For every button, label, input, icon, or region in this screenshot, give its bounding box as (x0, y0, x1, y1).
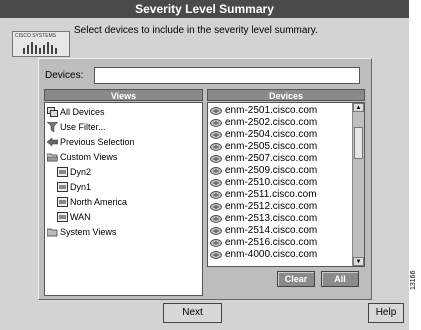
instruction-text: Select devices to include in the severit… (74, 25, 318, 36)
device-item[interactable]: enm-2502.cisco.com (210, 117, 317, 128)
router-icon (210, 166, 222, 175)
view-label: System Views (60, 227, 117, 237)
view-item-dyn2[interactable]: Dyn2 (57, 167, 91, 177)
device-label: enm-2505.cisco.com (225, 141, 318, 152)
device-item[interactable]: enm-2513.cisco.com (210, 213, 317, 224)
device-label: enm-2514.cisco.com (225, 225, 318, 236)
view-label: North America (70, 197, 128, 207)
view-label: WAN (70, 212, 91, 222)
device-label: enm-2513.cisco.com (225, 213, 318, 224)
clear-button[interactable]: Clear (277, 271, 315, 287)
device-item[interactable]: enm-2514.cisco.com (210, 225, 317, 236)
router-icon (210, 154, 222, 163)
router-icon (210, 178, 222, 187)
device-label: enm-2512.cisco.com (225, 201, 318, 212)
router-icon (210, 202, 222, 211)
device-item[interactable]: enm-2511.cisco.com (210, 189, 317, 200)
device-item[interactable]: enm-2509.cisco.com (210, 165, 317, 176)
devices-input[interactable] (94, 67, 360, 84)
device-label: enm-4000.cisco.com (225, 249, 318, 260)
device-item[interactable]: enm-2510.cisco.com (210, 177, 317, 188)
view-icon (57, 197, 68, 207)
views-tree[interactable]: All Devices Use Filter... Previous Selec… (44, 102, 203, 296)
devices-scrollbar[interactable]: ▲ ▼ (352, 103, 364, 266)
router-icon (210, 130, 222, 139)
device-item[interactable]: enm-2505.cisco.com (210, 141, 317, 152)
cisco-logo: CISCO SYSTEMS (12, 31, 70, 57)
folder-closed-icon (47, 228, 58, 237)
devices-label: Devices: (45, 70, 84, 81)
device-item[interactable]: enm-2504.cisco.com (210, 129, 317, 140)
view-label: Custom Views (60, 152, 118, 162)
view-label: Use Filter... (60, 122, 106, 132)
devices-list[interactable]: enm-2501.cisco.com enm-2502.cisco.com en… (207, 102, 365, 267)
filter-icon (47, 122, 58, 132)
router-icon (210, 214, 222, 223)
help-button[interactable]: Help (368, 303, 404, 323)
scroll-down-icon[interactable]: ▼ (353, 257, 364, 266)
router-icon (210, 142, 222, 151)
router-icon (210, 250, 222, 259)
views-header: Views (44, 89, 203, 101)
view-icon (57, 212, 68, 222)
window: Severity Level Summary CISCO SYSTEMS Sel… (0, 0, 409, 330)
view-icon (57, 182, 68, 192)
router-icon (210, 106, 222, 115)
all-button[interactable]: All (321, 271, 359, 287)
view-item-custom-views[interactable]: Custom Views (47, 152, 117, 162)
device-item[interactable]: enm-2512.cisco.com (210, 201, 317, 212)
device-item[interactable]: enm-2507.cisco.com (210, 153, 317, 164)
scroll-up-icon[interactable]: ▲ (353, 103, 364, 112)
view-item-system-views[interactable]: System Views (47, 227, 116, 237)
device-label: enm-2509.cisco.com (225, 165, 318, 176)
view-item-dyn1[interactable]: Dyn1 (57, 182, 91, 192)
window-title: Severity Level Summary (0, 0, 409, 18)
view-item-all-devices[interactable]: All Devices (47, 107, 105, 117)
all-devices-icon (47, 107, 58, 117)
router-icon (210, 190, 222, 199)
device-item[interactable]: enm-2501.cisco.com (210, 105, 317, 116)
device-item[interactable]: enm-4000.cisco.com (210, 249, 317, 260)
back-arrow-icon (47, 137, 58, 147)
device-label: enm-2501.cisco.com (225, 105, 318, 116)
router-icon (210, 226, 222, 235)
router-icon (210, 238, 222, 247)
device-label: enm-2507.cisco.com (225, 153, 318, 164)
cisco-bridge-icon (23, 42, 57, 54)
router-icon (210, 118, 222, 127)
view-label: Dyn1 (70, 182, 92, 192)
device-label: enm-2504.cisco.com (225, 129, 318, 140)
device-label: enm-2516.cisco.com (225, 237, 318, 248)
view-item-use-filter[interactable]: Use Filter... (47, 122, 106, 132)
view-icon (57, 167, 68, 177)
folder-open-icon (47, 153, 58, 162)
view-item-previous-selection[interactable]: Previous Selection (47, 137, 135, 147)
selection-panel: Devices: Views Devices All Devices Use F… (38, 58, 372, 300)
view-item-wan[interactable]: WAN (57, 212, 91, 222)
device-item[interactable]: enm-2516.cisco.com (210, 237, 317, 248)
devices-header: Devices (207, 89, 365, 101)
figure-id: 13166 (410, 270, 417, 290)
device-label: enm-2511.cisco.com (225, 189, 317, 200)
logo-text: CISCO SYSTEMS (15, 33, 57, 39)
header: CISCO SYSTEMS Select devices to include … (6, 21, 403, 59)
device-label: enm-2510.cisco.com (225, 177, 318, 188)
view-label: All Devices (60, 107, 105, 117)
device-label: enm-2502.cisco.com (225, 117, 318, 128)
scroll-thumb[interactable] (354, 127, 363, 159)
view-label: Previous Selection (60, 137, 135, 147)
next-button[interactable]: Next (163, 303, 222, 323)
view-item-north-america[interactable]: North America (57, 197, 127, 207)
view-label: Dyn2 (70, 167, 92, 177)
